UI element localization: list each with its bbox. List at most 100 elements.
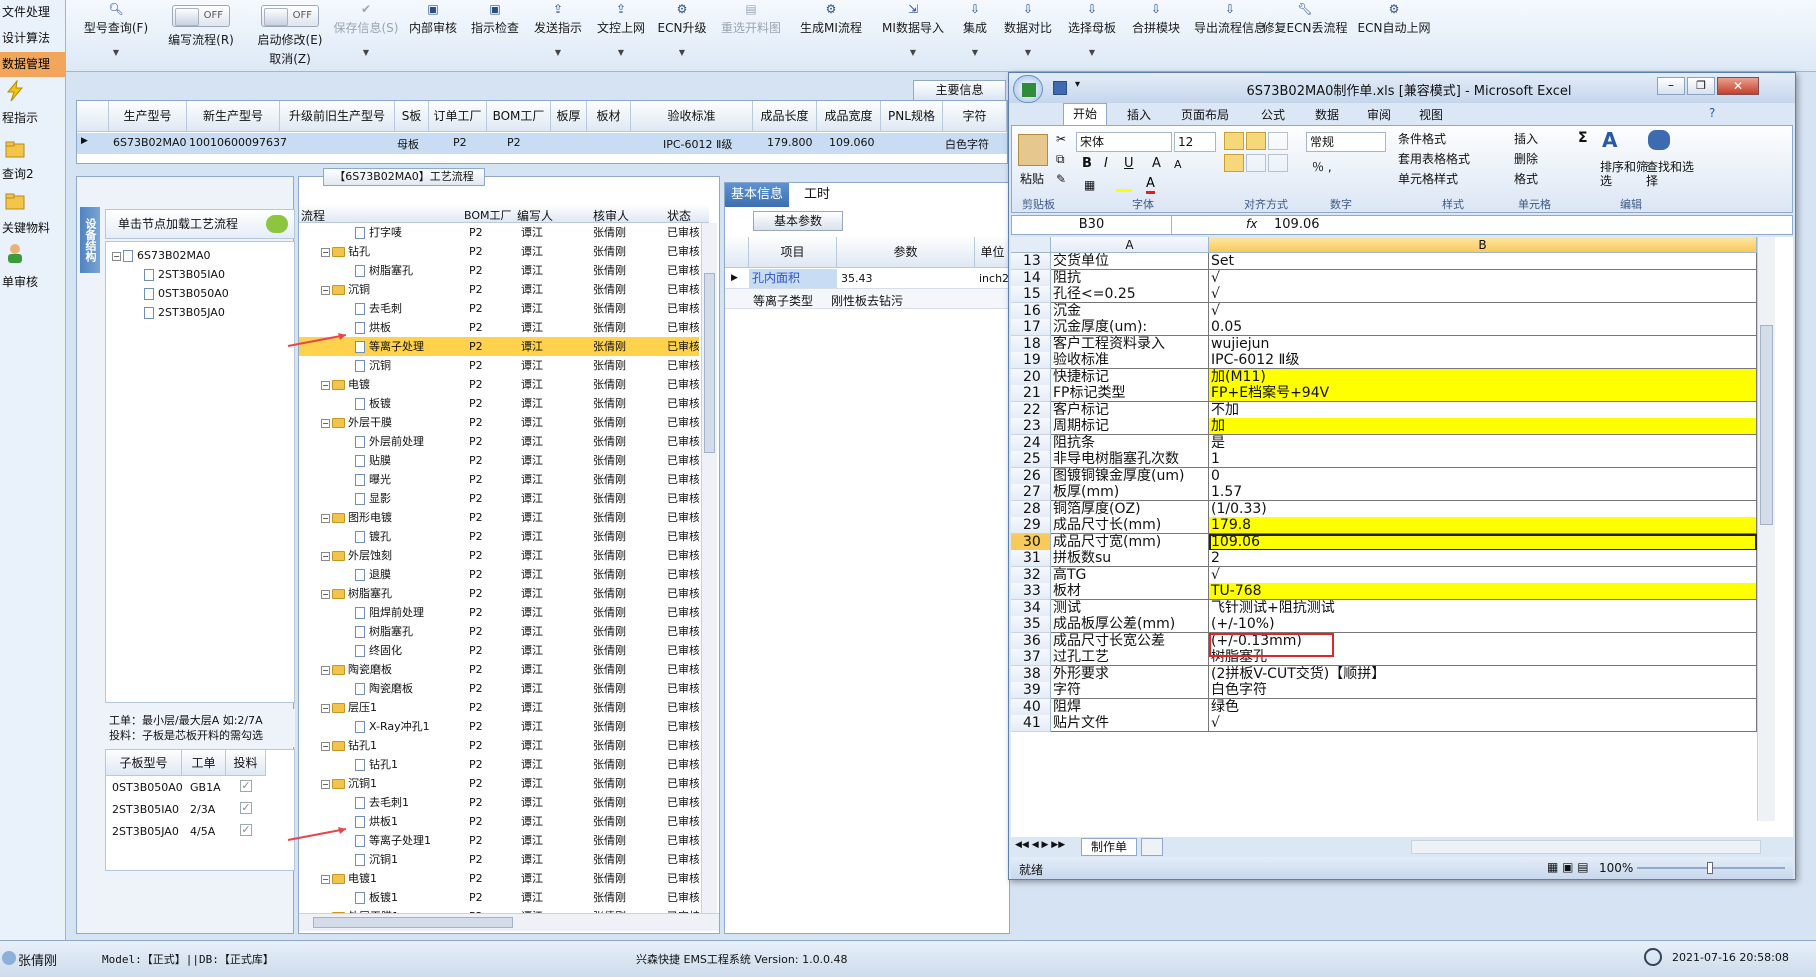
flow-row[interactable]: 陶瓷磨板 P2 谭江 张倩刚 已审核: [299, 679, 699, 698]
row-number[interactable]: 34: [1011, 599, 1051, 617]
instruction-check-button[interactable]: ▣ 指示检查: [466, 0, 524, 70]
percent-icon[interactable]: ％ ,: [1312, 158, 1332, 175]
tab-basic-params[interactable]: 基本参数: [753, 211, 843, 231]
cell-a[interactable]: 交货单位: [1051, 253, 1209, 270]
checkbox[interactable]: [123, 250, 133, 262]
col-header[interactable]: 升级前旧生产型号: [280, 101, 395, 132]
tab-review[interactable]: 审阅: [1367, 106, 1391, 123]
row-number[interactable]: 26: [1011, 467, 1051, 485]
sheet-nav-icons[interactable]: ◀◀ ◀ ▶ ▶▶: [1015, 840, 1065, 850]
row-number[interactable]: 15: [1011, 286, 1051, 303]
col-header[interactable]: 参数: [837, 237, 975, 268]
cell-b[interactable]: √: [1209, 715, 1757, 732]
zoom-slider[interactable]: [1637, 862, 1785, 874]
doc-online-button[interactable]: ⇪ 文控上网 ▼: [592, 0, 650, 70]
row-number[interactable]: 13: [1011, 253, 1051, 270]
flow-row[interactable]: 烘板1 P2 谭江 张倩刚 已审核: [299, 812, 699, 831]
flow-row[interactable]: − 陶瓷磨板 P2 谭江 张倩刚 已审核: [299, 660, 699, 679]
flow-vertical-scrollbar[interactable]: [701, 223, 717, 913]
flow-row[interactable]: 树脂塞孔 P2 谭江 张倩刚 已审核: [299, 261, 699, 280]
nav-item-review[interactable]: 单审核: [0, 270, 66, 295]
table-format-button[interactable]: 套用表格格式: [1398, 150, 1470, 167]
nav-item-data-management[interactable]: 数据管理: [0, 52, 66, 77]
feed-checkbox[interactable]: ✓: [240, 780, 252, 792]
col-header[interactable]: 单位: [975, 237, 1011, 268]
cell-b[interactable]: √: [1209, 302, 1757, 320]
fx-icon[interactable]: fx: [1246, 217, 1257, 231]
cell-a[interactable]: FP标记类型: [1051, 385, 1209, 402]
flow-row[interactable]: 板镀 P2 谭江 张倩刚 已审核: [299, 394, 699, 413]
col-header[interactable]: 编写人: [517, 207, 553, 224]
cell-b[interactable]: 1: [1209, 451, 1757, 468]
sort-filter-icon[interactable]: A: [1602, 128, 1617, 152]
cell-a[interactable]: 周期标记: [1051, 418, 1209, 435]
ecn-auto-online-button[interactable]: ⚙ ECN自动上网: [1352, 0, 1436, 70]
flow-row[interactable]: 镀孔 P2 谭江 张倩刚 已审核: [299, 527, 699, 546]
write-flow-toggle[interactable]: OFF 编写流程(R): [156, 0, 246, 70]
font-size-box[interactable]: 12: [1174, 132, 1216, 152]
flow-row[interactable]: X-Ray冲孔1 P2 谭江 张倩刚 已审核: [299, 717, 699, 736]
cell-b[interactable]: 不加: [1209, 401, 1757, 419]
tree-node-child[interactable]: 0ST3B050A0: [144, 284, 229, 303]
row-number[interactable]: 27: [1011, 484, 1051, 501]
cell-a[interactable]: 过孔工艺: [1051, 649, 1209, 666]
cell-b[interactable]: 1.57: [1209, 484, 1757, 501]
flow-row[interactable]: − 外层干膜 P2 谭江 张倩刚 已审核: [299, 413, 699, 432]
cell-a[interactable]: 成品尺寸宽(mm): [1051, 533, 1209, 551]
minimize-button[interactable]: –: [1657, 77, 1685, 95]
nav-item-design[interactable]: 设计算法: [0, 26, 66, 51]
row-number[interactable]: 18: [1011, 335, 1051, 353]
checkbox[interactable]: [144, 269, 154, 281]
col-header[interactable]: 项目: [749, 237, 837, 268]
flow-row[interactable]: 阻焊前处理 P2 谭江 张倩刚 已审核: [299, 603, 699, 622]
cell-a[interactable]: 成品尺寸长宽公差: [1051, 632, 1209, 650]
cell-a[interactable]: 贴片文件: [1051, 715, 1209, 732]
paste-icon[interactable]: [1018, 134, 1048, 166]
cell-a[interactable]: 成品板厚公差(mm): [1051, 616, 1209, 633]
nav-item-material[interactable]: 关键物料: [0, 216, 66, 241]
tab-home[interactable]: 开始: [1063, 103, 1107, 125]
cell-b[interactable]: √: [1209, 269, 1757, 287]
flow-row[interactable]: 板镀1 P2 谭江 张倩刚 已审核: [299, 888, 699, 907]
row-number[interactable]: 23: [1011, 418, 1051, 435]
feed-checkbox[interactable]: ✓: [240, 802, 252, 814]
collapse-icon[interactable]: −: [321, 418, 330, 428]
cell-b[interactable]: TU-768: [1209, 583, 1757, 600]
flow-row[interactable]: − 沉铜1 P2 谭江 张倩刚 已审核: [299, 774, 699, 793]
flow-row[interactable]: 贴膜 P2 谭江 张倩刚 已审核: [299, 451, 699, 470]
cell-a[interactable]: 板厚(mm): [1051, 484, 1209, 501]
collapse-icon[interactable]: −: [321, 247, 330, 257]
collapse-icon[interactable]: −: [321, 779, 330, 789]
tab-insert[interactable]: 插入: [1127, 106, 1151, 123]
cell-a[interactable]: 沉金厚度(um):: [1051, 319, 1209, 336]
flow-row[interactable]: 终固化 P2 谭江 张倩刚 已审核: [299, 641, 699, 660]
row-number[interactable]: 25: [1011, 451, 1051, 468]
flow-row[interactable]: 沉铜 P2 谭江 张倩刚 已审核: [299, 356, 699, 375]
cell-b[interactable]: 0.05: [1209, 319, 1757, 336]
sum-icon[interactable]: Σ: [1578, 130, 1588, 146]
reselect-cut-chart-button[interactable]: ▤ 重选开料图: [714, 0, 788, 70]
collapse-icon[interactable]: −: [321, 589, 330, 599]
cell-a[interactable]: 阻抗条: [1051, 434, 1209, 452]
col-header[interactable]: 验收标准: [631, 101, 753, 132]
scrollbar-thumb[interactable]: [1760, 325, 1773, 525]
merge-module-button[interactable]: ⇩ 合拼模块: [1126, 0, 1186, 70]
generate-mi-flow-button[interactable]: ⚙ 生成MI流程: [790, 0, 872, 70]
flow-row[interactable]: − 沉铜 P2 谭江 张倩刚 已审核: [299, 280, 699, 299]
vertical-tab-structure[interactable]: 设备结构: [80, 207, 100, 273]
align-top-icon[interactable]: [1224, 132, 1244, 150]
row-number[interactable]: 31: [1011, 550, 1051, 567]
flow-row[interactable]: 去毛刺 P2 谭江 张倩刚 已审核: [299, 299, 699, 318]
cell-a[interactable]: 非导电树脂塞孔次数: [1051, 451, 1209, 468]
cell-a[interactable]: 板材: [1051, 583, 1209, 600]
cell-a[interactable]: 测试: [1051, 599, 1209, 617]
bold-button[interactable]: B: [1082, 156, 1092, 171]
tab-basic-info[interactable]: 基本信息: [725, 183, 789, 207]
col-header[interactable]: BOM工厂: [464, 207, 512, 223]
flow-row[interactable]: − 钻孔1 P2 谭江 张倩刚 已审核: [299, 736, 699, 755]
cell-b[interactable]: 白色字符: [1209, 682, 1757, 699]
cell-b[interactable]: 绿色: [1209, 698, 1757, 716]
collapse-icon[interactable]: −: [112, 251, 121, 261]
close-button[interactable]: ✕: [1717, 77, 1759, 95]
cell-b[interactable]: (2拼板V-CUT交货)【顺拼】: [1209, 665, 1757, 683]
